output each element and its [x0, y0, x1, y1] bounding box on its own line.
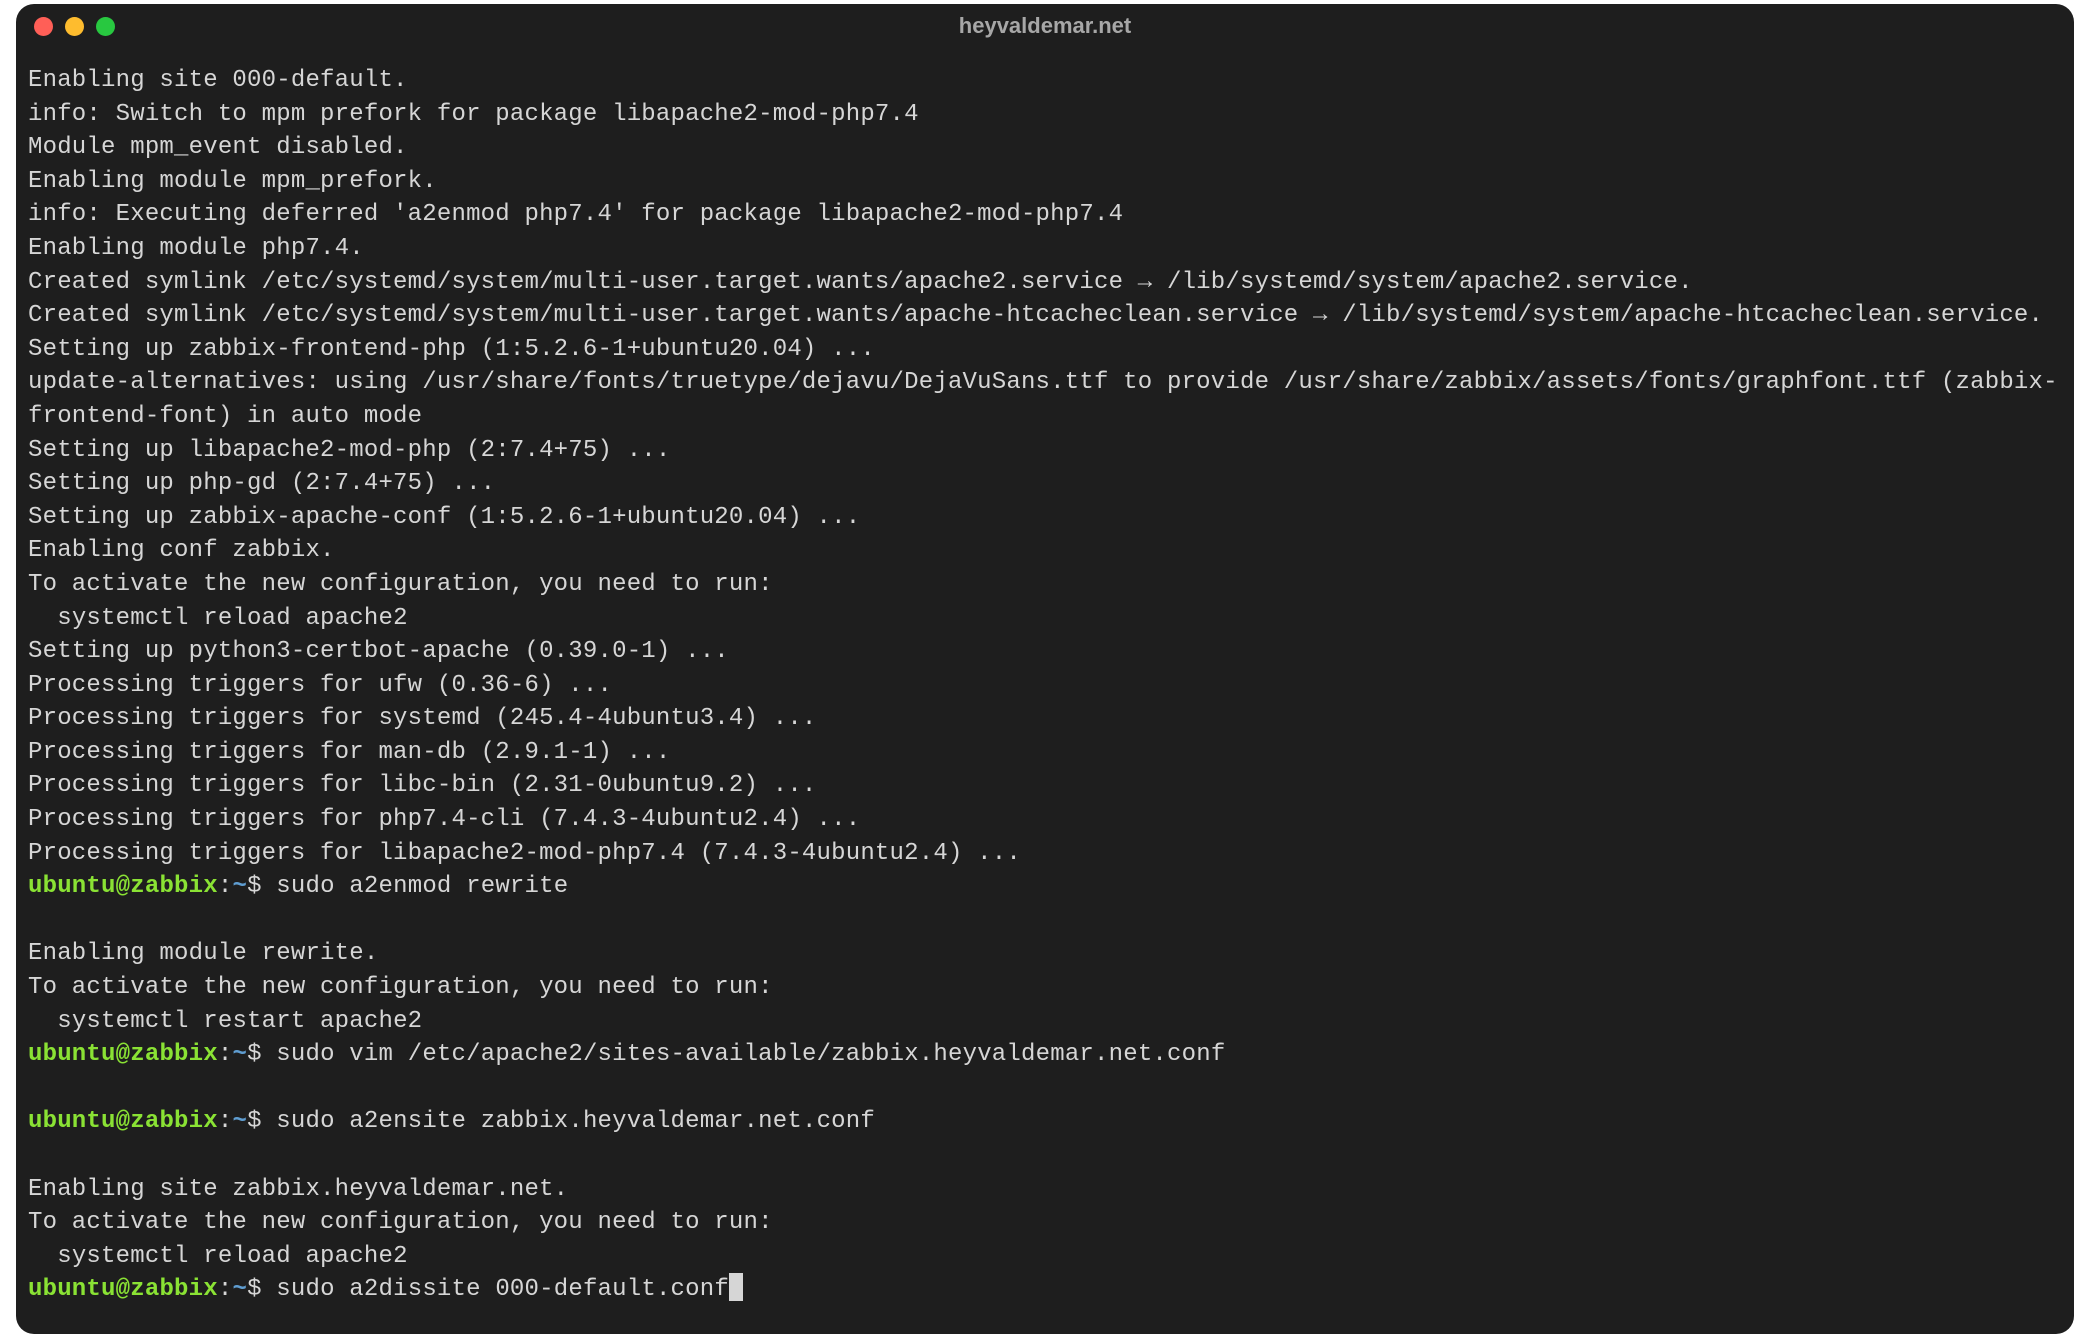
traffic-lights [34, 17, 115, 36]
prompt-at: @ [116, 1276, 131, 1303]
prompt-host: zabbix [130, 1041, 218, 1068]
terminal-output-line: Setting up php-gd (2:7.4+75) ... [28, 470, 495, 497]
terminal-output-line: Enabling module php7.4. [28, 235, 364, 262]
terminal-output-line: Setting up zabbix-frontend-php (1:5.2.6-… [28, 336, 875, 363]
terminal-output-line: info: Executing deferred 'a2enmod php7.4… [28, 201, 1123, 228]
prompt-path: ~ [232, 1276, 247, 1303]
terminal-output-line: info: Switch to mpm prefork for package … [28, 101, 919, 128]
prompt-user: ubuntu [28, 1276, 116, 1303]
zoom-window-button[interactable] [96, 17, 115, 36]
prompt-user: ubuntu [28, 873, 116, 900]
terminal-output-line: Setting up python3-certbot-apache (0.39.… [28, 638, 729, 665]
prompt-at: @ [116, 1108, 131, 1135]
prompt-path: ~ [232, 873, 247, 900]
terminal-output-line: To activate the new configuration, you n… [28, 571, 773, 598]
cursor-icon [729, 1273, 743, 1301]
terminal-output-line: Enabling conf zabbix. [28, 537, 335, 564]
terminal-output-line: Enabling module rewrite. [28, 940, 378, 967]
terminal-output-line: update-alternatives: using /usr/share/fo… [28, 369, 2058, 430]
prompt-dollar: $ [247, 1276, 262, 1303]
terminal-output-line: Module mpm_event disabled. [28, 134, 408, 161]
prompt-at: @ [116, 1041, 131, 1068]
terminal-output-line: Processing triggers for ufw (0.36-6) ... [28, 672, 612, 699]
prompt-colon: : [218, 1276, 233, 1303]
title-bar: heyvaldemar.net [16, 4, 2074, 48]
prompt-dollar: $ [247, 1108, 262, 1135]
close-window-button[interactable] [34, 17, 53, 36]
terminal-output-line: Enabling site zabbix.heyvaldemar.net. [28, 1176, 568, 1203]
prompt-colon: : [218, 1108, 233, 1135]
prompt-colon: : [218, 873, 233, 900]
terminal-prompt-line: ubuntu@zabbix:~$ sudo a2ensite zabbix.he… [28, 1105, 2062, 1139]
terminal-prompt-line: ubuntu@zabbix:~$ sudo a2dissite 000-defa… [28, 1273, 2062, 1307]
prompt-dollar: $ [247, 1041, 262, 1068]
terminal-output-line: Created symlink /etc/systemd/system/mult… [28, 269, 1693, 296]
terminal-prompt-line: ubuntu@zabbix:~$ sudo a2enmod rewrite [28, 870, 2062, 904]
terminal-output-line: Processing triggers for libapache2-mod-p… [28, 840, 1021, 867]
terminal-output-line: Processing triggers for php7.4-cli (7.4.… [28, 806, 860, 833]
window-title: heyvaldemar.net [16, 13, 2074, 39]
prompt-path: ~ [232, 1041, 247, 1068]
prompt-command[interactable]: sudo a2dissite 000-default.conf [276, 1276, 729, 1303]
terminal-window: heyvaldemar.net Enabling site 000-defaul… [16, 4, 2074, 1334]
terminal-output-line: Enabling module mpm_prefork. [28, 168, 437, 195]
terminal-output-line: To activate the new configuration, you n… [28, 974, 773, 1001]
terminal-output-line: Processing triggers for libc-bin (2.31-0… [28, 772, 817, 799]
prompt-user: ubuntu [28, 1108, 116, 1135]
terminal-output-line: systemctl restart apache2 [28, 1008, 422, 1035]
terminal-output-line: systemctl reload apache2 [28, 605, 408, 632]
terminal-output-line: Processing triggers for systemd (245.4-4… [28, 705, 817, 732]
prompt-command: sudo a2ensite zabbix.heyvaldemar.net.con… [276, 1108, 875, 1135]
terminal-output-line: Setting up libapache2-mod-php (2:7.4+75)… [28, 437, 671, 464]
minimize-window-button[interactable] [65, 17, 84, 36]
prompt-host: zabbix [130, 873, 218, 900]
terminal-prompt-line: ubuntu@zabbix:~$ sudo vim /etc/apache2/s… [28, 1038, 2062, 1072]
terminal-output-line: Processing triggers for man-db (2.9.1-1)… [28, 739, 671, 766]
prompt-command: sudo vim /etc/apache2/sites-available/za… [276, 1041, 1225, 1068]
prompt-user: ubuntu [28, 1041, 116, 1068]
prompt-path: ~ [232, 1108, 247, 1135]
prompt-host: zabbix [130, 1276, 218, 1303]
terminal-output-line: Created symlink /etc/systemd/system/mult… [28, 302, 2043, 329]
terminal-output-line: Enabling site 000-default. [28, 67, 408, 94]
terminal-output-line: Setting up zabbix-apache-conf (1:5.2.6-1… [28, 504, 860, 531]
terminal-output[interactable]: Enabling site 000-default. info: Switch … [16, 48, 2074, 1334]
prompt-colon: : [218, 1041, 233, 1068]
prompt-dollar: $ [247, 873, 262, 900]
prompt-host: zabbix [130, 1108, 218, 1135]
terminal-output-line: systemctl reload apache2 [28, 1243, 408, 1270]
terminal-output-line: To activate the new configuration, you n… [28, 1209, 773, 1236]
prompt-at: @ [116, 873, 131, 900]
prompt-command: sudo a2enmod rewrite [276, 873, 568, 900]
